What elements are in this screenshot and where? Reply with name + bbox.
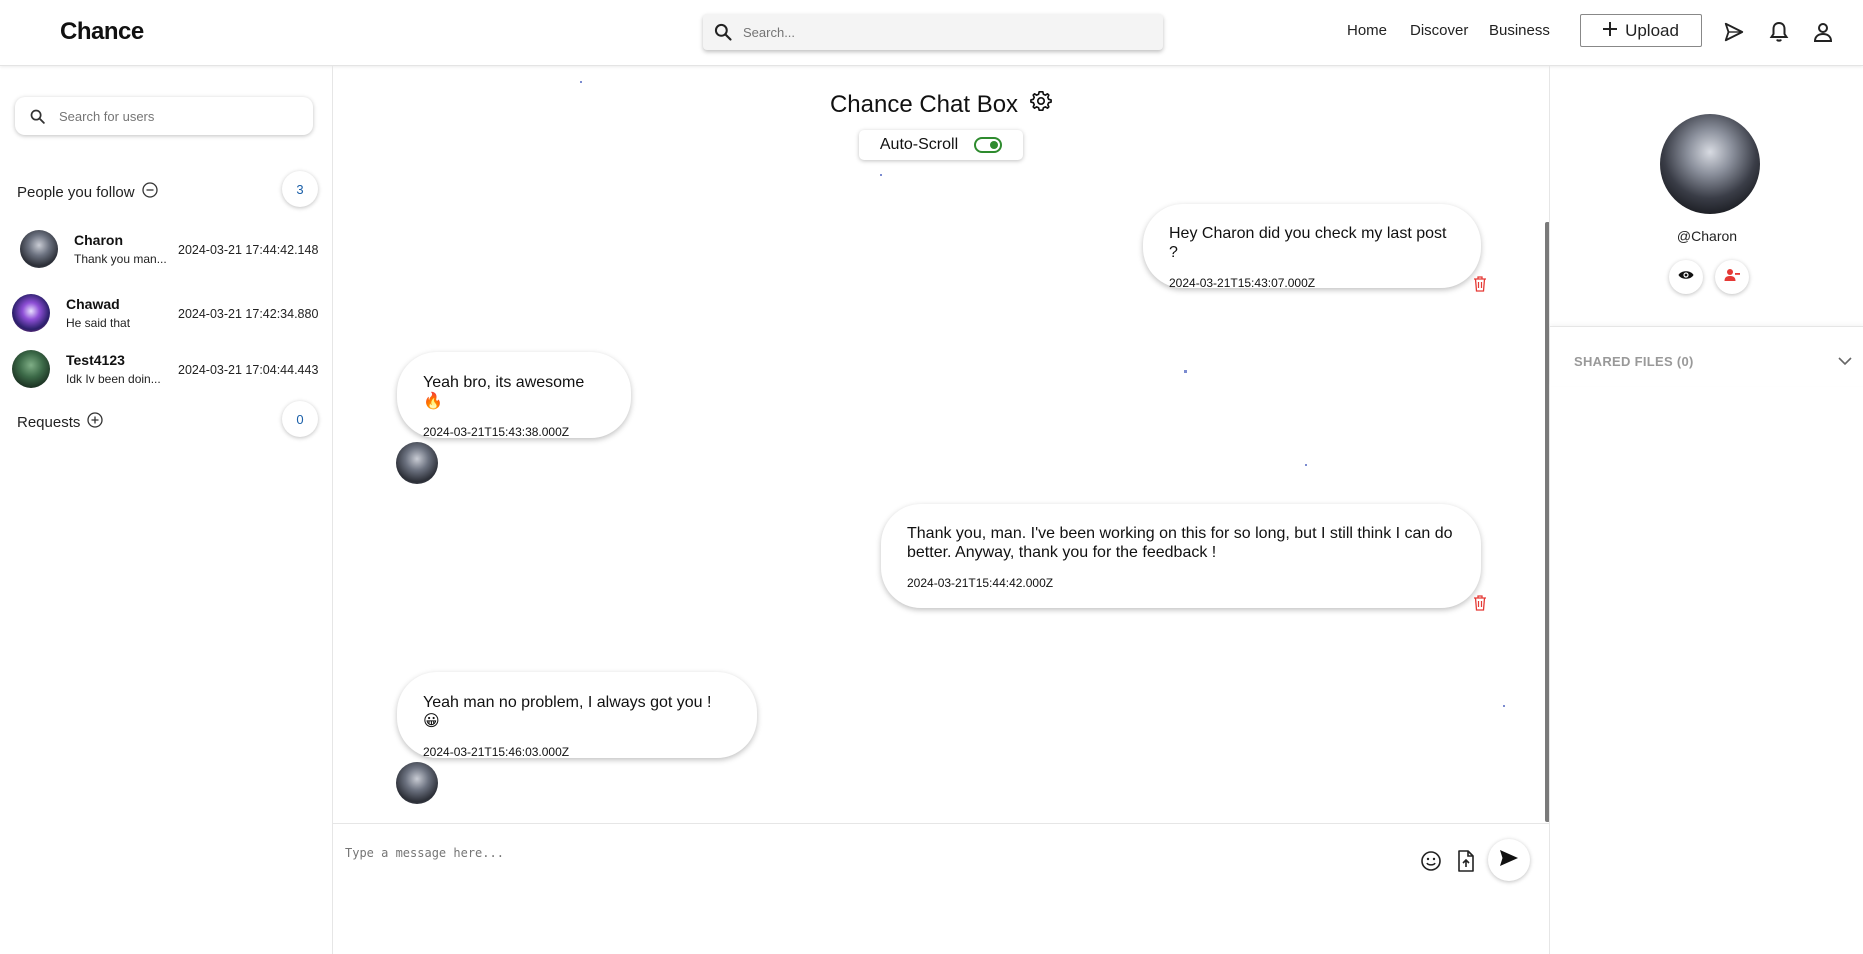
contact-time: 2024-03-21 17:44:42.148 — [178, 243, 319, 257]
collapse-circle-icon[interactable] — [141, 182, 158, 202]
message-timestamp: 2024-03-21T15:43:38.000Z — [423, 425, 570, 439]
send-message-button[interactable] — [1488, 839, 1530, 881]
message-timestamp: 2024-03-21T15:46:03.000Z — [423, 745, 570, 759]
decorative-dot — [1184, 370, 1187, 373]
contact-time: 2024-03-21 17:04:44.443 — [178, 363, 319, 377]
file-upload-icon[interactable] — [1454, 849, 1478, 873]
nav-home[interactable]: Home — [1347, 22, 1387, 39]
requests-count-badge: 0 — [282, 401, 318, 437]
contact-time: 2024-03-21 17:42:34.880 — [178, 307, 319, 321]
emoji-icon[interactable] — [1419, 849, 1443, 873]
avatar — [12, 350, 50, 388]
contact-test4123[interactable]: Test4123 Idk Iv been doin... 2024-03-21 … — [0, 342, 333, 398]
chevron-down-icon[interactable] — [1838, 353, 1852, 371]
nav-discover[interactable]: Discover — [1410, 22, 1468, 39]
autoscroll-label: Auto-Scroll — [879, 136, 959, 153]
global-search[interactable] — [703, 14, 1163, 50]
avatar — [20, 230, 58, 268]
message-text: Yeah man no problem, I always got you ! … — [423, 694, 712, 730]
autoscroll-toggle[interactable] — [974, 137, 1003, 153]
upload-label: Upload — [1625, 20, 1679, 40]
eye-icon — [1678, 268, 1694, 286]
message-bubble-outgoing: Hey Charon did you check my last post ? … — [1143, 204, 1481, 290]
message-timestamp: 2024-03-21T15:44:42.000Z — [907, 576, 1054, 590]
requests-label: Requests — [17, 413, 81, 431]
app-logo[interactable]: Chance — [60, 18, 144, 46]
send-icon[interactable] — [1722, 20, 1746, 44]
contact-charon[interactable]: Charon Thank you man... 2024-03-21 17:44… — [0, 222, 333, 278]
autoscroll-control: Auto-Scroll — [859, 130, 1023, 160]
unfollow-button[interactable] — [1715, 260, 1749, 294]
user-search-input[interactable] — [59, 108, 299, 124]
requests-section-header[interactable]: Requests — [17, 412, 104, 432]
message-text: Hey Charon did you check my last post ? — [1169, 225, 1447, 261]
decorative-dot — [880, 174, 882, 176]
add-circle-icon[interactable] — [87, 412, 104, 432]
decorative-dot — [1305, 464, 1307, 466]
bell-icon[interactable] — [1767, 20, 1791, 44]
message-timestamp: 2024-03-21T15:43:07.000Z — [1169, 276, 1316, 290]
decorative-dot — [580, 81, 582, 83]
send-icon — [1499, 849, 1519, 872]
plus-icon — [1603, 21, 1618, 41]
contact-name: Charon — [74, 232, 123, 248]
search-icon — [703, 22, 743, 42]
upload-button[interactable]: Upload — [1580, 14, 1702, 47]
view-profile-button[interactable] — [1669, 260, 1703, 294]
user-search[interactable] — [15, 97, 313, 135]
avatar — [12, 294, 50, 332]
chat-header: Chance Chat Box — [333, 90, 1549, 119]
user-icon[interactable] — [1811, 20, 1835, 44]
nav-business[interactable]: Business — [1489, 22, 1550, 39]
profile-handle: @Charon — [1676, 228, 1738, 244]
shared-files-section[interactable]: SHARED FILES (0) — [1550, 326, 1863, 386]
profile-avatar — [1660, 114, 1760, 214]
following-label: People you follow — [17, 183, 135, 201]
contact-name: Test4123 — [66, 352, 125, 368]
contact-last-message: Thank you man... — [74, 252, 167, 266]
message-bubble-outgoing: Thank you, man. I've been working on thi… — [881, 504, 1481, 608]
avatar — [396, 442, 438, 484]
contact-chawad[interactable]: Chawad He said that 2024-03-21 17:42:34.… — [0, 286, 333, 342]
message-bubble-incoming: Yeah man no problem, I always got you ! … — [397, 672, 757, 759]
chat-panel: Chance Chat Box Auto-Scroll Hey Charon d… — [333, 66, 1550, 823]
trash-icon[interactable] — [1473, 276, 1487, 292]
trash-icon[interactable] — [1473, 595, 1487, 611]
avatar — [396, 762, 438, 804]
remove-user-icon — [1724, 268, 1740, 287]
contact-last-message: He said that — [66, 316, 131, 330]
global-search-input[interactable] — [743, 24, 1143, 40]
message-input[interactable] — [345, 846, 1385, 860]
contact-name: Chawad — [66, 296, 120, 312]
message-composer — [333, 823, 1549, 954]
message-bubble-incoming: Yeah bro, its awesome 🔥 2024-03-21T15:43… — [397, 352, 631, 439]
profile-panel: @Charon SHARED FILES (0) — [1549, 66, 1863, 954]
gear-icon[interactable] — [1030, 90, 1052, 119]
top-bar: Chance Home Discover Business Upload — [0, 0, 1863, 66]
search-icon — [15, 108, 59, 125]
message-text: Yeah bro, its awesome 🔥 — [423, 374, 585, 410]
decorative-dot — [1503, 705, 1505, 707]
conversations-sidebar: People you follow 3 Charon Thank you man… — [0, 66, 333, 954]
shared-files-label: SHARED FILES (0) — [1574, 354, 1694, 369]
following-section-header[interactable]: People you follow — [17, 182, 158, 202]
chat-title: Chance Chat Box — [829, 90, 1019, 118]
contact-last-message: Idk Iv been doin... — [66, 372, 161, 386]
message-text: Thank you, man. I've been working on thi… — [907, 525, 1453, 561]
following-count-badge: 3 — [282, 171, 318, 207]
